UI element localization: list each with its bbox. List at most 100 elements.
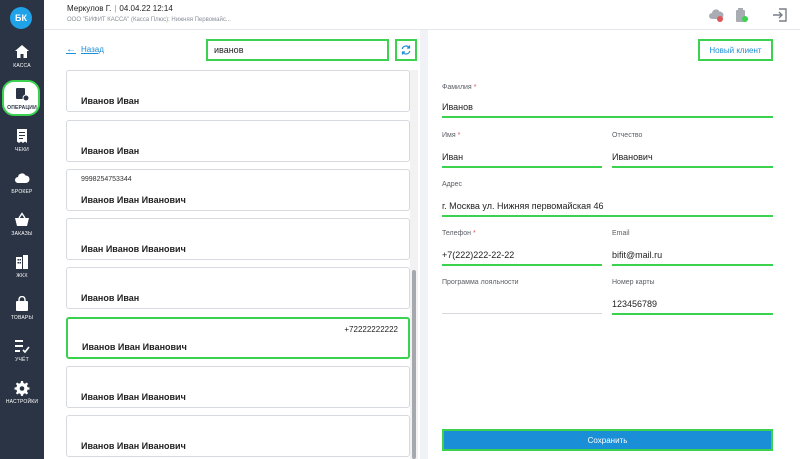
sidebar-item-label: УЧЁТ <box>15 356 29 363</box>
sidebar-item-zhkh[interactable]: ЖКХ <box>0 246 44 286</box>
sidebar-item-settings[interactable]: НАСТРОЙКИ <box>0 372 44 412</box>
client-card[interactable]: Иванов Иван Иванович <box>66 366 410 408</box>
card-number-field[interactable]: Номер карты 123456789 <box>612 279 773 315</box>
field-underline <box>442 215 773 217</box>
sidebar-item-orders[interactable]: ЗАКАЗЫ <box>0 204 44 244</box>
save-button[interactable]: Сохранить <box>442 429 773 451</box>
scrollbar-thumb[interactable] <box>412 270 416 459</box>
sidebar-item-label: КАССА <box>13 62 31 69</box>
sidebar-item-label: ЧЕКИ <box>15 146 29 153</box>
basket-icon <box>15 211 29 226</box>
name-value: Иван <box>442 152 464 162</box>
field-underline <box>612 264 773 266</box>
client-card[interactable]: Иванов Иван <box>66 267 410 309</box>
field-label: Отчество <box>612 132 643 139</box>
refresh-button[interactable] <box>395 39 417 61</box>
sidebar-item-label: ОПЕРАЦИИ <box>7 104 37 111</box>
field-underline <box>612 166 773 168</box>
client-card-selected[interactable]: +72222222222 Иванов Иван Иванович <box>66 317 410 359</box>
field-label: Программа лояльности <box>442 279 519 286</box>
user-name: Меркулов Г. <box>67 4 112 13</box>
refresh-icon <box>401 45 411 55</box>
client-search-panel: ← Назад иванов Иванов Иван Иванов Иван 9… <box>44 30 420 459</box>
client-card[interactable]: Иван Иванов Иванович <box>66 218 410 260</box>
field-label: Имя * <box>442 132 461 139</box>
gear-icon <box>14 380 30 396</box>
card-number-value: 123456789 <box>612 299 658 309</box>
sidebar-item-label: БРОКЕР <box>11 188 33 195</box>
patronymic-field[interactable]: Отчество Иванович <box>612 132 773 168</box>
receipt-icon <box>17 128 27 143</box>
field-label: Email <box>612 230 630 237</box>
sidebar-item-label: ТОВАРЫ <box>10 314 34 321</box>
organization-name: ООО "БИФИТ КАССА" (Касса Плюс): Нижняя П… <box>67 17 231 23</box>
sidebar-item-label: ЗАКАЗЫ <box>11 230 33 237</box>
back-label: Назад <box>81 45 104 54</box>
checklist-icon <box>15 339 30 353</box>
arrow-left-icon: ← <box>66 44 76 55</box>
loyalty-program-field[interactable]: Программа лояльности <box>442 279 602 315</box>
logout-icon[interactable] <box>772 7 788 23</box>
address-field[interactable]: Адрес г. Москва ул. Нижняя первомайская … <box>442 181 773 217</box>
patronymic-value: Иванович <box>612 152 653 162</box>
operations-icon <box>16 87 30 101</box>
surname-field[interactable]: Фамилия * Иванов <box>442 84 773 120</box>
client-card[interactable]: 9998254753344 Иванов Иван Иванович <box>66 169 410 211</box>
search-input[interactable]: иванов <box>206 39 389 61</box>
phone-value: +7(222)222-22-22 <box>442 250 515 260</box>
client-name: Иванов Иван <box>81 146 140 156</box>
client-list: Иванов Иван Иванов Иван 9998254753344 Ив… <box>44 70 420 459</box>
field-label: Номер карты <box>612 279 655 286</box>
email-field[interactable]: Email bifit@mail.ru <box>612 230 773 266</box>
name-field[interactable]: Имя * Иван <box>442 132 602 168</box>
field-underline <box>442 166 602 168</box>
fiscal-device-icon[interactable] <box>733 7 749 23</box>
phone-field[interactable]: Телефон * +7(222)222-22-22 <box>442 230 602 266</box>
client-name: Иванов Иван Иванович <box>81 392 186 402</box>
field-label: Фамилия * <box>442 84 477 91</box>
cloud-status-icon[interactable] <box>708 7 724 23</box>
home-icon <box>15 44 29 58</box>
session-info: Меркулов Г. | 04.04.22 12:14 <box>67 4 173 13</box>
session-datetime: 04.04.22 12:14 <box>119 4 173 13</box>
field-underline <box>442 116 773 118</box>
top-bar: Меркулов Г. | 04.04.22 12:14 ООО "БИФИТ КА… <box>44 0 800 30</box>
client-name: Иванов Иван <box>81 293 140 303</box>
sidebar-item-goods[interactable]: ТОВАРЫ <box>0 288 44 328</box>
sidebar-item-label: НАСТРОЙКИ <box>5 398 39 405</box>
email-value: bifit@mail.ru <box>612 250 663 260</box>
surname-value: Иванов <box>442 102 473 112</box>
client-card[interactable]: Иванов Иван <box>66 120 410 162</box>
client-card[interactable]: Иванов Иван <box>66 70 410 112</box>
client-name: Иванов Иван <box>81 96 140 106</box>
client-phone: +72222222222 <box>344 325 398 334</box>
sidebar-item-receipts[interactable]: ЧЕКИ <box>0 120 44 160</box>
client-phone: 9998254753344 <box>81 176 132 183</box>
sidebar-item-operations[interactable]: ОПЕРАЦИИ <box>0 78 44 118</box>
client-name: Иванов Иван Иванович <box>81 195 186 205</box>
separator: | <box>114 4 117 13</box>
app-window: БК КАССА ОПЕРАЦИИ ЧЕКИ БРОКЕР ЗАКАЗЫ ЖКХ <box>0 0 800 459</box>
client-name: Иванов Иван Иванович <box>82 342 187 352</box>
sidebar-item-accounting[interactable]: УЧЁТ <box>0 330 44 370</box>
field-underline <box>442 264 602 266</box>
client-name: Иван Иванов Иванович <box>81 244 186 254</box>
field-underline <box>442 313 602 314</box>
logo-avatar[interactable]: БК <box>10 7 32 29</box>
sidebar: БК КАССА ОПЕРАЦИИ ЧЕКИ БРОКЕР ЗАКАЗЫ ЖКХ <box>0 0 44 459</box>
cloud-icon <box>15 172 30 183</box>
field-label: Адрес <box>442 181 463 188</box>
address-value: г. Москва ул. Нижняя первомайская 46 <box>442 201 604 211</box>
client-form-panel: Новый клиент Фамилия * Иванов Имя * Иван О… <box>428 30 800 459</box>
client-name: Иванов Иван Иванович <box>81 441 186 451</box>
sidebar-item-kassa[interactable]: КАССА <box>0 36 44 76</box>
field-underline <box>612 313 773 315</box>
sidebar-item-broker[interactable]: БРОКЕР <box>0 162 44 202</box>
sidebar-item-label: ЖКХ <box>16 272 28 279</box>
client-card[interactable]: Иванов Иван Иванович <box>66 415 410 457</box>
bag-icon <box>16 295 28 311</box>
building-icon <box>16 254 28 269</box>
field-label: Телефон * <box>442 230 476 237</box>
new-client-button[interactable]: Новый клиент <box>698 39 773 61</box>
back-link[interactable]: ← Назад <box>66 44 104 55</box>
